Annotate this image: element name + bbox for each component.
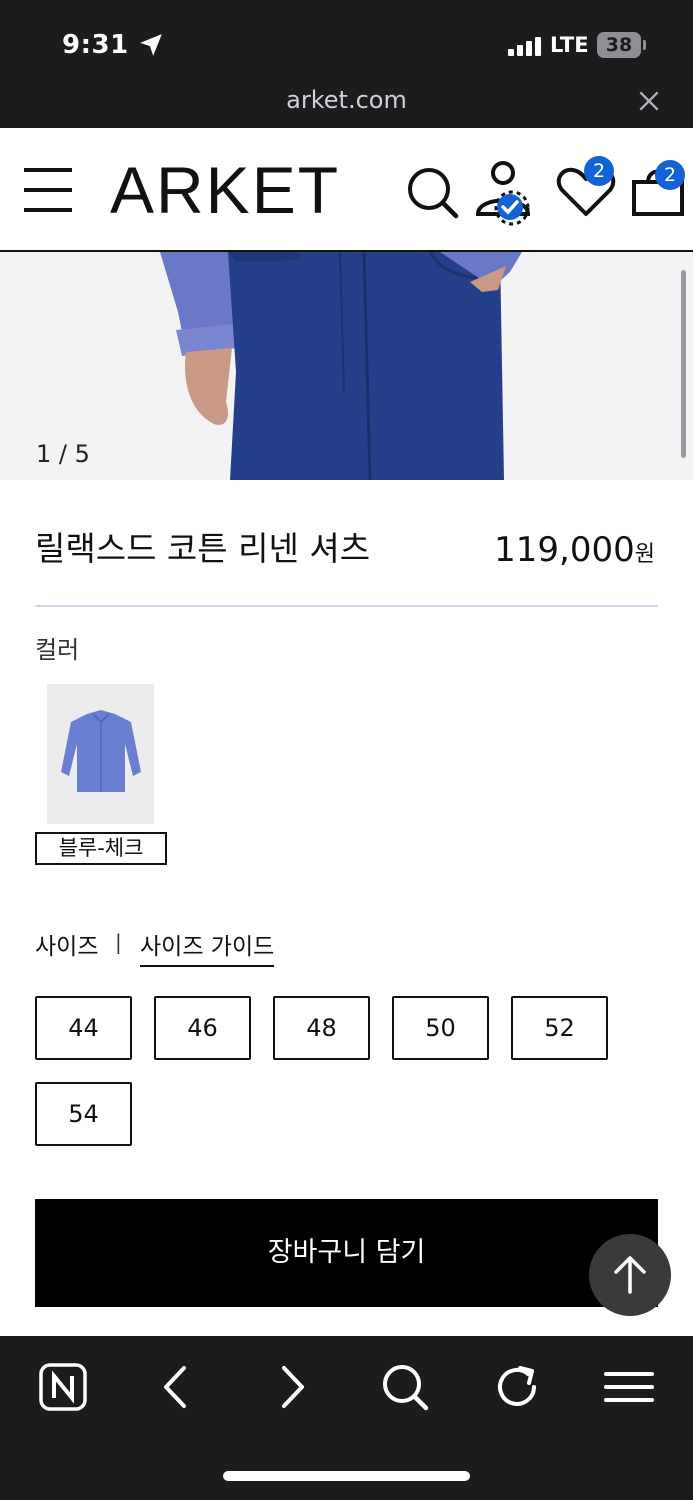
- color-swatch-blue-check[interactable]: [47, 684, 154, 824]
- battery-cap: [643, 40, 646, 50]
- cart-count-badge: 2: [655, 160, 685, 190]
- price-value: 119,000: [494, 530, 635, 570]
- add-to-cart-button[interactable]: 장바구니 담기: [35, 1199, 658, 1307]
- product-photo: [0, 252, 693, 480]
- naver-n-icon[interactable]: [38, 1362, 88, 1412]
- size-option-44[interactable]: 44: [35, 996, 132, 1060]
- shirt-thumbnail: [61, 710, 141, 792]
- browser-top-chrome: 9:31 LTE 38 arket.com: [0, 0, 693, 128]
- size-guide-link[interactable]: 사이즈 가이드: [140, 927, 275, 967]
- divider: [35, 605, 658, 607]
- product-price: 119,000원: [494, 530, 655, 570]
- network-type: LTE: [550, 33, 589, 57]
- site-header: ARKET 2 2: [0, 128, 693, 252]
- battery-icon: 38: [597, 32, 641, 58]
- size-option-50[interactable]: 50: [392, 996, 489, 1060]
- product-image-gallery[interactable]: 1 / 5: [0, 252, 693, 480]
- price-currency: 원: [634, 542, 655, 567]
- scroll-to-top-button[interactable]: [589, 1234, 671, 1316]
- size-separator: |: [115, 930, 122, 954]
- wishlist-count-badge: 2: [584, 156, 614, 186]
- page-scrollbar[interactable]: [681, 270, 686, 458]
- home-indicator[interactable]: [223, 1471, 470, 1481]
- chevron-right-icon[interactable]: [266, 1362, 316, 1412]
- size-option-46[interactable]: 46: [154, 996, 251, 1060]
- brand-logo[interactable]: ARKET: [110, 152, 340, 228]
- selected-color-name: 블루-체크: [35, 832, 167, 865]
- status-time: 9:31: [62, 30, 129, 60]
- reload-icon[interactable]: [492, 1362, 542, 1412]
- menu-icon[interactable]: [604, 1362, 654, 1412]
- hamburger-icon[interactable]: [24, 168, 72, 214]
- arrow-up-icon: [614, 1256, 646, 1294]
- search-icon[interactable]: [380, 1362, 430, 1412]
- color-label: 컬러: [35, 636, 80, 664]
- size-label: 사이즈: [35, 934, 99, 960]
- product-title: 릴랙스드 코튼 리넨 셔츠: [35, 529, 371, 568]
- search-icon[interactable]: [404, 164, 460, 220]
- gallery-counter: 1 / 5: [36, 440, 90, 468]
- account-verified-icon[interactable]: [474, 158, 544, 228]
- address-bar[interactable]: arket.com: [0, 86, 693, 114]
- chevron-left-icon[interactable]: [152, 1362, 202, 1412]
- location-arrow-icon: [140, 34, 162, 56]
- close-icon[interactable]: [636, 88, 662, 114]
- size-option-54[interactable]: 54: [35, 1082, 132, 1146]
- signal-icon: [508, 36, 544, 56]
- size-option-48[interactable]: 48: [273, 996, 370, 1060]
- size-option-52[interactable]: 52: [511, 996, 608, 1060]
